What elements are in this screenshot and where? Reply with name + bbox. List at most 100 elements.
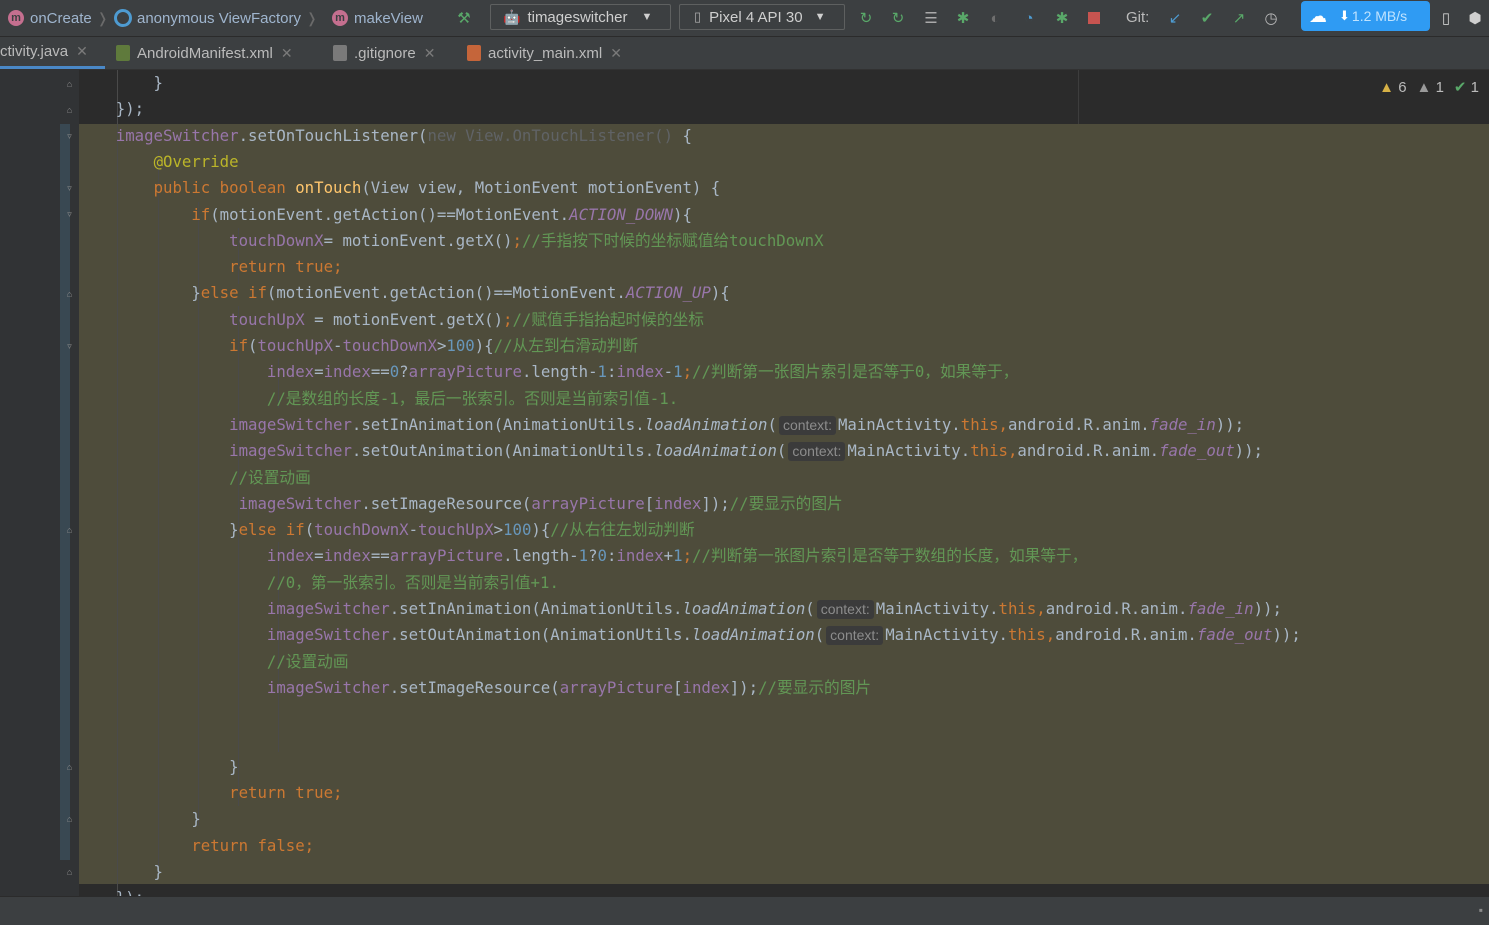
code-token: .setInAnimation(AnimationUtils. [351,415,645,434]
code-token: public boolean [153,178,296,197]
device-select[interactable]: ▯ Pixel 4 API 30 ▼ [679,4,845,30]
rerun-icon[interactable]: ↻ [857,9,875,27]
hammer-icon[interactable]: ⚒ [455,9,473,27]
code-token: ( [776,441,787,460]
main-toolbar: m onCreate ❭ anonymous ViewFactory ❭ m m… [0,0,1489,37]
code-token: + [663,546,674,565]
code-token: imageSwitcher [266,625,390,644]
cloud-icon: ☁ [1309,5,1327,26]
code-editor[interactable]: } }); imageSwitcher .setOnTouchListener(n… [0,70,1489,896]
code-line: touchDownX= motionEvent.getX();//手指按下时候的… [78,228,823,254]
close-icon[interactable]: ✕ [424,45,436,62]
breadcrumb-viewfactory[interactable]: anonymous ViewFactory ❭ [114,8,318,28]
git-commit-icon[interactable]: ✔ [1198,9,1216,27]
stop-icon[interactable] [1085,9,1103,27]
code-token: imageSwitcher [229,441,352,460]
code-token: 0 [597,546,607,565]
code-token: index [323,546,371,565]
git-update-icon[interactable]: ↙ [1166,9,1184,27]
code-token: 1 [578,546,589,565]
code-token: return true; [229,257,343,276]
net-speed-widget: ☁ ⬇ 1.2 MB/s [1301,1,1430,31]
gitignore-file-icon [333,45,347,61]
code-token: index [323,362,371,381]
memory-indicator-icon: ▪ [1478,903,1483,917]
profiler-gauge-icon[interactable]: ◔ [1020,9,1038,27]
weak-warnings-counter: ▲ 1 [1417,79,1444,96]
close-icon[interactable]: ✕ [610,45,622,62]
close-icon[interactable]: ✕ [76,43,88,60]
git-push-icon[interactable]: ↗ [1230,9,1248,27]
debug-icon[interactable]: ✱ [954,9,972,27]
code-token: .setOutAnimation(AnimationUtils. [351,441,655,460]
code-token: //0，第一张索引。否则是当前索引值+1. [266,573,559,592]
code-line: } [78,859,163,885]
code-token: index [654,494,702,513]
apply-code-changes-icon[interactable]: ☰ [922,9,940,27]
code-token: //赋值手指抬起时候的坐标 [512,310,704,329]
code-token: - [663,362,674,381]
close-icon[interactable]: ✕ [281,45,293,62]
tab-label: AndroidManifest.xml [137,44,273,62]
code-token: = [314,546,324,565]
tab-activity-main-xml[interactable]: activity_main.xml ✕ [467,37,622,69]
parameter-hint: context: [778,416,836,435]
code-token: new View.OnTouchListener() [427,126,674,145]
breadcrumb-label: anonymous ViewFactory [137,9,301,27]
device-manager-icon[interactable]: ▯ [1437,9,1455,27]
breadcrumb-oncreate[interactable]: m onCreate ❭ [8,8,108,28]
run-config-select[interactable]: 🤖 timageswitcher ▼ [490,4,671,30]
code-line: return false; [78,833,314,859]
code-token: MainActivity. [885,625,1008,644]
code-token: ]); [729,678,759,697]
code-token: )); [1215,415,1245,434]
weak-warning-icon: ▲ [1416,78,1432,96]
code-token: } [78,283,201,302]
code-token: = motionEvent.getX() [304,310,504,329]
tab-activity-java[interactable]: ctivity.java ✕ [0,37,105,69]
code-token: .setOnTouchListener( [238,126,428,145]
code-token: index [266,546,315,565]
code-token: //判断第一张图片索引是否等于0，如果等于， [692,362,1019,381]
apply-changes-icon[interactable]: ↻ [889,9,907,27]
code-token: ; [512,231,522,250]
code-token: 100 [446,336,475,355]
code-line: touchUpX = motionEvent.getX();//赋值手指抬起时候… [78,307,704,333]
git-history-icon[interactable]: ◷ [1262,9,1280,27]
warnings-count: 6 [1398,78,1407,96]
typos-count: 1 [1470,79,1479,96]
code-token: } [78,757,239,776]
code-token: touchDownX [314,520,409,539]
code-token: ){ [474,336,494,355]
code-token: ? [399,362,409,381]
code-token: loadAnimation [691,625,815,644]
code-token: }); [78,888,144,896]
code-token: ACTION_DOWN [569,205,674,224]
inspection-widget[interactable]: ▲ 6 ▲ 1 ✔ 1 [1379,78,1479,97]
code-line: imageSwitcher.setOutAnimation(AnimationU… [78,622,1301,648]
code-line: if(motionEvent.getAction()==MotionEvent.… [78,202,692,228]
warning-icon: ▲ [1379,78,1395,96]
code-line: } [78,806,200,832]
chevron-right-icon: ❭ [96,9,109,26]
code-token: //从左到右滑动判断 [493,336,639,355]
code-line: imageSwitcher.setOutAnimation(AnimationU… [78,438,1263,464]
attach-debugger-icon[interactable]: ✱ [1053,9,1071,27]
breadcrumb-makeview[interactable]: m makeView [332,8,423,28]
code-token: touchUpX [257,336,334,355]
code-token: (View view, MotionEvent motionEvent) { [361,178,721,197]
code-token: ; [682,362,693,381]
code-line: }else if(touchDownX-touchUpX>100){//从右往左… [78,517,695,543]
tab-android-manifest[interactable]: AndroidManifest.xml ✕ [116,37,293,69]
sdk-manager-icon[interactable]: ⬢ [1466,9,1484,27]
code-token: ( [304,520,315,539]
tab-gitignore[interactable]: .gitignore ✕ [333,37,435,69]
profile-icon[interactable]: ◐ [986,9,1004,27]
